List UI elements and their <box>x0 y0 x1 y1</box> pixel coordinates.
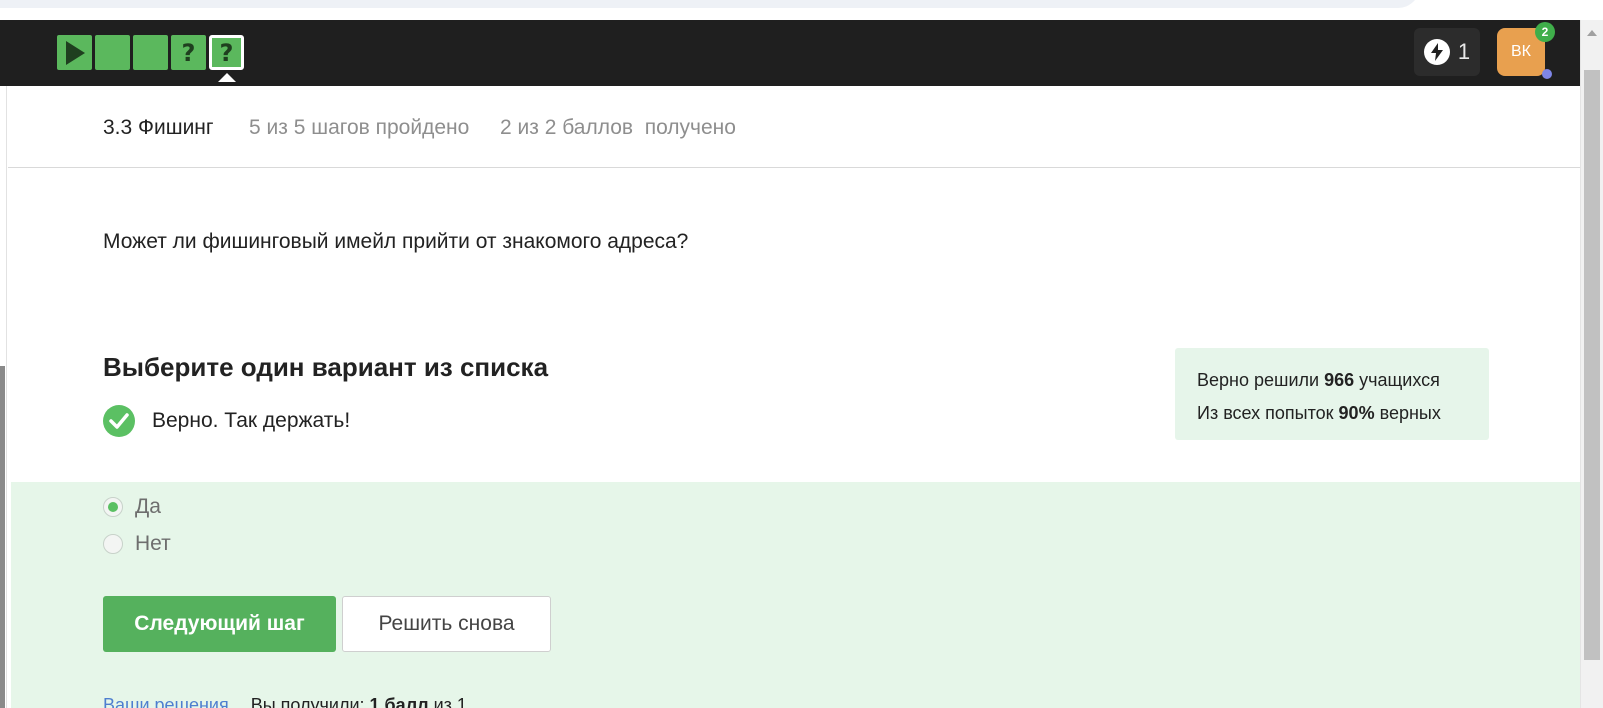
left-sidebar-edge <box>0 86 7 708</box>
radio-yes[interactable] <box>103 497 123 517</box>
solved-prefix: Верно решили <box>1197 370 1325 390</box>
received-suffix: из 1 <box>428 695 467 708</box>
quiz-heading: Выберите один вариант из списка <box>103 352 549 382</box>
step-5-quiz-current[interactable]: ? <box>209 35 244 82</box>
solve-again-button[interactable]: Решить снова <box>342 596 551 652</box>
energy-counter[interactable]: 1 <box>1414 28 1480 76</box>
lesson-title: 3.3 Фишинг <box>103 116 214 139</box>
option-label: Да <box>135 495 161 518</box>
your-solutions-link[interactable]: Ваши решения <box>103 695 229 708</box>
notification-badge: 2 <box>1535 22 1555 42</box>
answer-area: Да Нет Следующий шаг Решить снова Ваши р… <box>11 482 1580 708</box>
play-icon <box>65 40 85 65</box>
energy-count: 1 <box>1457 39 1471 64</box>
attempts-prefix: Из всех попыток <box>1197 403 1339 423</box>
lesson-score: 2 из 2 баллов получено <box>500 116 736 139</box>
lesson-header: 3.3 Фишинг 5 из 5 шагов пройдено 2 из 2 … <box>8 86 1580 168</box>
solved-suffix: учащихся <box>1354 370 1440 390</box>
page: ? ? 1 ВК 2 3.3 Фишинг 5 из 5 шагов пройд… <box>0 0 1603 708</box>
current-step-caret <box>217 73 236 82</box>
option-label: Нет <box>135 532 171 555</box>
received-value: 1 балл <box>369 695 429 708</box>
attempts-stat: Из всех попыток 90% верных <box>1197 397 1489 430</box>
question-icon: ? <box>219 38 234 67</box>
avatar-initials: ВК <box>1511 43 1531 60</box>
attempts-suffix: верных <box>1374 403 1441 423</box>
lightning-icon <box>1423 39 1450 65</box>
radio-no[interactable] <box>103 534 123 554</box>
solved-stat: Верно решили 966 учащихся <box>1197 364 1489 397</box>
scrollbar-thumb[interactable] <box>1584 70 1600 660</box>
browser-tab-strip <box>0 0 1603 20</box>
step-1-video[interactable] <box>57 35 92 70</box>
received-prefix: Вы получили: <box>250 695 370 708</box>
step-4-quiz[interactable]: ? <box>171 35 206 70</box>
solutions-footer: Ваши решения Вы получили: 1 балл из 1 <box>103 695 467 708</box>
result-text: Верно. Так держать! <box>152 409 351 432</box>
solve-stats-box: Верно решили 966 учащихся Из всех попыто… <box>1175 348 1489 440</box>
radio-selected-dot <box>108 502 118 512</box>
step-2-text[interactable] <box>95 35 130 70</box>
scroll-up-arrow-icon[interactable] <box>1587 30 1597 36</box>
step-3-text[interactable] <box>133 35 168 70</box>
result-message: Верно. Так держать! <box>103 405 350 437</box>
status-dot <box>1542 69 1552 79</box>
sidebar-scroll-indicator <box>0 366 5 708</box>
next-step-button[interactable]: Следующий шаг <box>103 596 336 652</box>
check-icon <box>103 405 135 437</box>
question-icon: ? <box>181 38 196 67</box>
lesson-progress: 5 из 5 шагов пройдено <box>249 116 470 139</box>
option-no[interactable]: Нет <box>103 532 171 556</box>
solved-count: 966 <box>1324 370 1355 390</box>
question-text: Может ли фишинговый имейл прийти от знак… <box>103 230 689 253</box>
user-avatar[interactable]: ВК 2 <box>1497 22 1555 79</box>
attempts-percent: 90% <box>1338 403 1375 423</box>
step-navigation: ? ? <box>57 35 244 82</box>
lesson-navbar: ? ? 1 ВК 2 <box>0 20 1580 86</box>
option-yes[interactable]: Да <box>103 495 161 519</box>
page-scrollbar[interactable] <box>1580 20 1603 708</box>
browser-address-bar[interactable] <box>0 0 1420 8</box>
